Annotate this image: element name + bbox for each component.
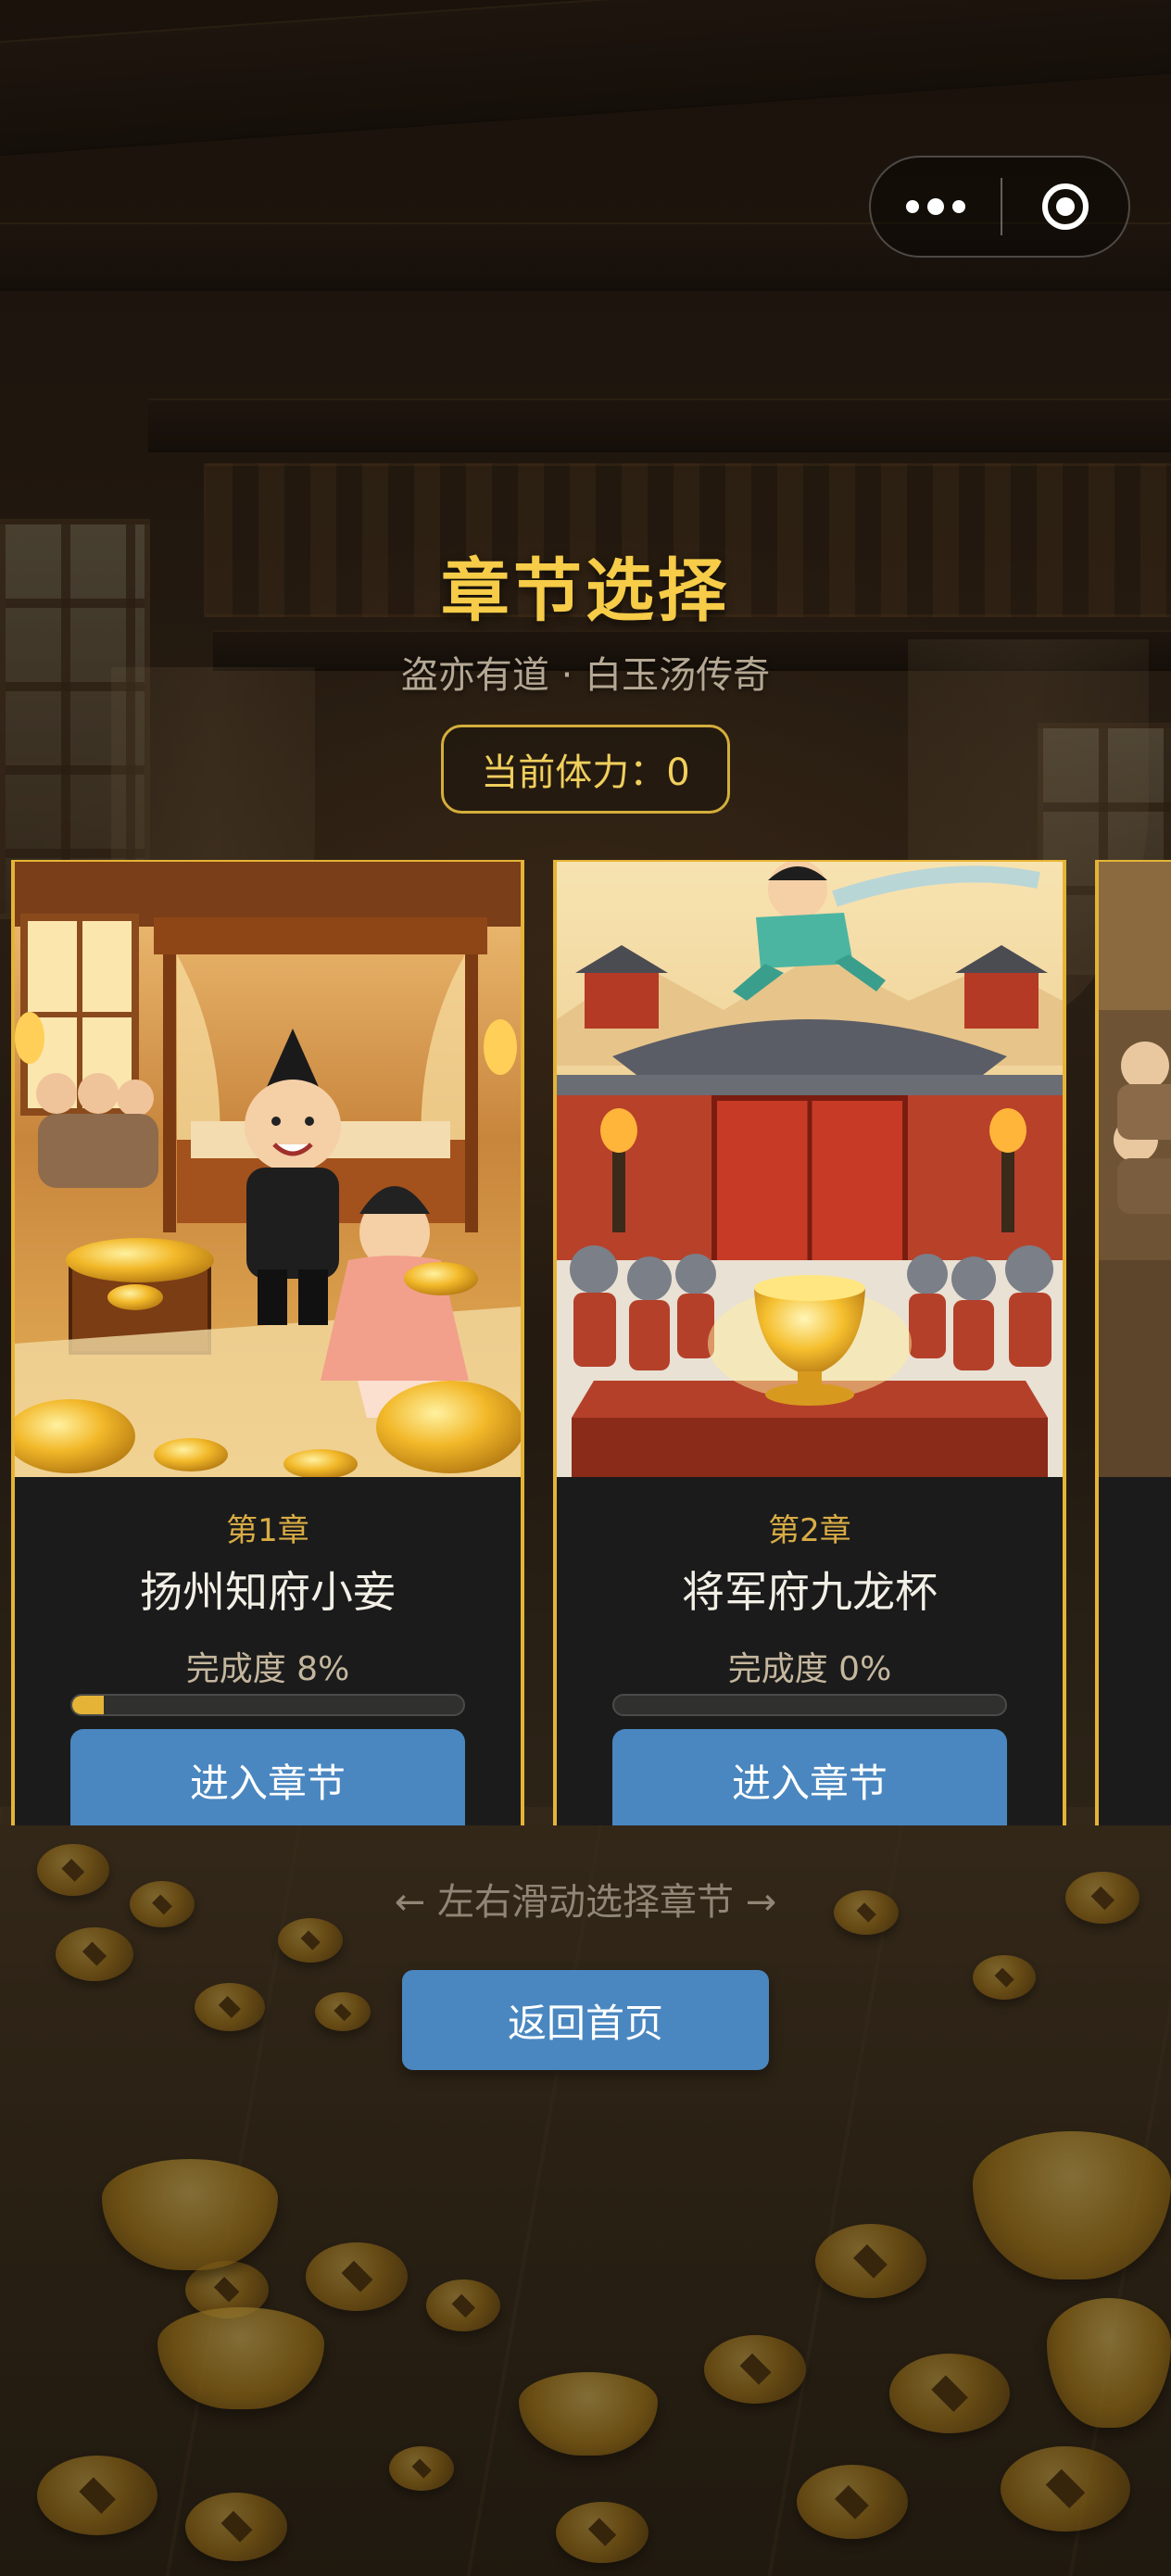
mini-program-capsule (869, 156, 1130, 258)
chapter-3-illustration (1099, 862, 1171, 1477)
swipe-hint: ← 左右滑动选择章节 → (394, 1881, 777, 1924)
chapter-card-3-partial[interactable] (1095, 860, 1171, 1825)
close-button[interactable] (1002, 158, 1128, 256)
chapter-card-1[interactable]: 第1章 扬州知府小妾 完成度 8% 进入章节 (11, 860, 524, 1825)
chapter-number: 第2章 (768, 1512, 851, 1549)
progress-bar (612, 1694, 1007, 1716)
enter-chapter-button[interactable]: 进入章节 (70, 1729, 465, 1825)
progress-bar (70, 1694, 465, 1716)
more-dots-icon[interactable] (871, 158, 1001, 256)
page-subtitle: 盗亦有道 · 白玉汤传奇 (400, 654, 771, 697)
chapter-card-2[interactable]: 第2章 将军府九龙杯 完成度 0% 进入章节 (553, 860, 1066, 1825)
target-ring-icon (1042, 183, 1089, 230)
page-title: 章节选择 (441, 551, 730, 631)
chapter-number: 第1章 (226, 1512, 309, 1549)
chapter-carousel[interactable]: 第1章 扬州知府小妾 完成度 8% 进入章节 第2章 将军府九龙杯 完成度 0%… (0, 858, 1171, 1827)
progress-label: 完成度 8% (185, 1650, 350, 1688)
stamina-badge: 当前体力：0 (441, 725, 730, 814)
return-home-button[interactable]: 返回首页 (402, 1970, 769, 2070)
progress-fill (72, 1696, 104, 1714)
enter-chapter-button[interactable]: 进入章节 (612, 1729, 1007, 1825)
chapter-name: 扬州知府小妾 (140, 1567, 396, 1617)
chapter-name: 将军府九龙杯 (682, 1567, 938, 1617)
chapter-1-illustration (15, 862, 521, 1477)
chapter-2-illustration (557, 862, 1063, 1477)
progress-label: 完成度 0% (727, 1650, 892, 1688)
